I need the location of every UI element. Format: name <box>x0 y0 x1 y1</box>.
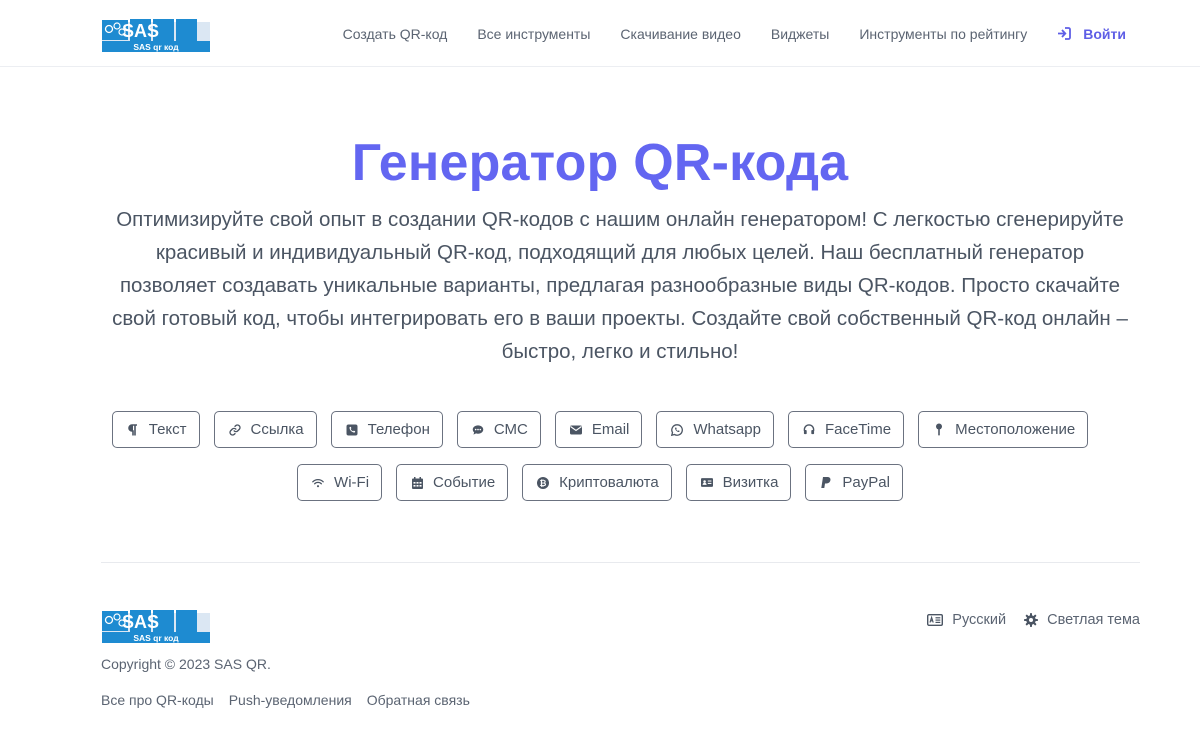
qr-type-row-2: Wi-Fi Событие ₿ Криптовалюта Визитка Pay… <box>0 464 1200 501</box>
nav-create-qr[interactable]: Создать QR-код <box>343 26 448 42</box>
logo-letters: SAS <box>122 21 159 41</box>
qr-type-label: Телефон <box>367 421 430 438</box>
footer-link-about-qr[interactable]: Все про QR-коды <box>101 692 214 708</box>
qr-type-label: Whatsapp <box>693 421 761 438</box>
qr-type-label: Событие <box>433 474 496 491</box>
login-button[interactable]: Войти <box>1057 26 1126 42</box>
theme-toggle[interactable]: Светлая тема <box>1024 612 1140 628</box>
language-label: Русский <box>952 612 1007 628</box>
qr-type-paypal-button[interactable]: PayPal <box>805 464 903 501</box>
nav-tools-by-rating[interactable]: Инструменты по рейтингу <box>859 26 1027 42</box>
qr-type-label: Ссылка <box>250 421 304 438</box>
sms-icon <box>472 424 484 436</box>
headset-icon <box>803 424 815 436</box>
qr-type-sms-button[interactable]: СМС <box>456 411 541 448</box>
qr-type-label: Wi-Fi <box>334 474 370 491</box>
qr-type-text-button[interactable]: Текст <box>111 411 200 448</box>
id-card-icon <box>700 477 713 489</box>
qr-type-label: СМС <box>493 421 528 438</box>
logo[interactable]: SAS SAS qr код <box>102 17 210 54</box>
page-description: Оптимизируйте свой опыт в создании QR-ко… <box>112 208 1128 363</box>
qr-type-crypto-button[interactable]: ₿ Криптовалюта <box>522 464 672 501</box>
phone-icon <box>346 424 358 436</box>
calendar-icon <box>411 476 423 489</box>
login-label: Войти <box>1083 25 1126 42</box>
qr-type-link-button[interactable]: Ссылка <box>213 411 317 448</box>
language-selector[interactable]: Русский <box>927 612 1006 628</box>
qr-type-wifi-button[interactable]: Wi-Fi <box>297 464 383 501</box>
qr-type-facetime-button[interactable]: FaceTime <box>787 411 905 448</box>
qr-type-label: Визитка <box>722 474 779 491</box>
language-icon <box>927 614 944 626</box>
qr-type-label: Местоположение <box>955 421 1076 438</box>
copyright: Copyright © 2023 SAS QR. <box>101 656 271 672</box>
envelope-icon <box>569 424 582 436</box>
footer-settings: Русский Светлая тема <box>909 612 1140 628</box>
gear-icon <box>1024 613 1039 627</box>
qr-type-label: Текст <box>148 421 187 438</box>
paypal-icon <box>820 476 832 489</box>
qr-type-vcard-button[interactable]: Визитка <box>685 464 792 501</box>
whatsapp-icon <box>671 423 684 436</box>
footer-link-push[interactable]: Push-уведомления <box>229 692 352 708</box>
link-icon <box>228 423 241 436</box>
paragraph-icon <box>127 423 139 436</box>
qr-type-label: PayPal <box>842 474 890 491</box>
footer-divider <box>101 562 1140 563</box>
footer-links: Все про QR-коды Push-уведомления Обратна… <box>101 692 485 708</box>
qr-type-label: Email <box>591 421 630 438</box>
qr-type-label: Криптовалюта <box>559 474 659 491</box>
qr-type-whatsapp-button[interactable]: Whatsapp <box>656 411 774 448</box>
footer-logo[interactable]: SAS SAS qr код <box>102 608 210 645</box>
logo-subtext: SAS qr код <box>133 42 179 52</box>
sign-in-icon <box>1058 27 1072 40</box>
qr-type-row-1: Текст Ссылка Телефон СМС Email Whatsapp … <box>0 411 1200 448</box>
bitcoin-icon: ₿ <box>537 476 550 489</box>
svg-text:₿: ₿ <box>540 478 547 488</box>
map-pin-icon <box>933 423 945 436</box>
theme-label: Светлая тема <box>1047 612 1140 628</box>
qr-type-location-button[interactable]: Местоположение <box>918 411 1089 448</box>
wifi-icon <box>312 477 324 489</box>
footer-link-feedback[interactable]: Обратная связь <box>367 692 470 708</box>
main-nav: Создать QR-код Все инструменты Скачивани… <box>313 0 1126 67</box>
nav-all-tools[interactable]: Все инструменты <box>477 26 590 42</box>
footer-logo-letters: SAS <box>122 612 159 632</box>
footer-logo-subtext: SAS qr код <box>133 633 179 643</box>
qr-type-event-button[interactable]: Событие <box>396 464 509 501</box>
header: SAS SAS qr код Создать QR-код Все инстру… <box>0 0 1200 67</box>
nav-video-download[interactable]: Скачивание видео <box>620 26 740 42</box>
qr-type-label: FaceTime <box>824 421 892 438</box>
qr-type-email-button[interactable]: Email <box>554 411 643 448</box>
nav-widgets[interactable]: Виджеты <box>771 26 830 42</box>
qr-type-phone-button[interactable]: Телефон <box>330 411 443 448</box>
page-title: Генератор QR-кода <box>351 134 849 192</box>
